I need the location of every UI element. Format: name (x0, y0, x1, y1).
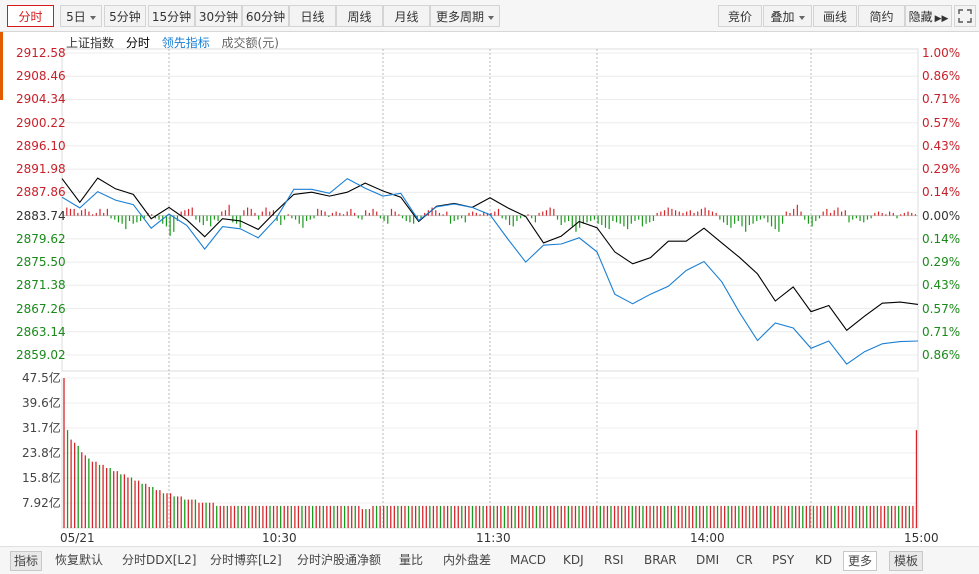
y-tick-right: 0.57% (922, 115, 961, 130)
y-tick-left: 2912.58 (16, 46, 66, 60)
indicator-cr[interactable]: CR (736, 551, 753, 569)
y-tick-right: 0.86% (922, 348, 961, 362)
y-tick-right: 0.71% (922, 324, 961, 339)
y-tick-left: 2908.46 (16, 69, 66, 84)
volume-y-tick: 7.92亿 (22, 496, 61, 510)
y-tick-left: 2871.38 (16, 278, 66, 293)
intraday-chart[interactable] (0, 0, 979, 546)
indicator-ddx[interactable]: 分时DDX[L2] (122, 551, 196, 569)
y-tick-left: 2904.34 (16, 92, 66, 107)
y-tick-left: 2879.62 (16, 231, 66, 246)
y-tick-right: 0.71% (922, 92, 961, 107)
chart-grid (61, 48, 919, 529)
indicator-brar[interactable]: BRAR (644, 551, 677, 569)
volume-y-tick: 31.7亿 (22, 421, 61, 435)
y-tick-left: 2875.50 (16, 255, 66, 270)
y-tick-left: 2891.98 (16, 162, 66, 177)
y-tick-left: 2867.26 (16, 301, 66, 316)
y-tick-right: 0.43% (922, 278, 961, 293)
x-tick: 14:00 (690, 531, 725, 545)
indicator-game[interactable]: 分时博弈[L2] (210, 551, 282, 569)
y-tick-right: 0.29% (922, 255, 961, 270)
indicator-bar: 指标 恢复默认 分时DDX[L2] 分时博弈[L2] 分时沪股通净额 量比 内外… (0, 546, 979, 574)
y-tick-left: 2887.86 (16, 185, 66, 200)
y-tick-right: 0.14% (922, 231, 961, 246)
y-tick-right: 0.43% (922, 138, 961, 153)
indicator-rsi[interactable]: RSI (604, 551, 624, 569)
y-tick-left: 2883.74 (16, 208, 66, 223)
x-tick: 15:00 (904, 531, 939, 545)
y-tick-left: 2896.10 (16, 138, 66, 153)
indicator-kd[interactable]: KD (815, 551, 832, 569)
y-tick-right: 0.57% (922, 301, 961, 316)
indicator-kdj[interactable]: KDJ (563, 551, 584, 569)
volume-y-tick: 39.6亿 (22, 396, 61, 410)
y-tick-right: 0.00% (922, 208, 961, 223)
indicator-psy[interactable]: PSY (772, 551, 794, 569)
y-tick-left: 2863.14 (16, 324, 66, 339)
y-tick-left: 2900.22 (16, 115, 66, 130)
x-tick: 10:30 (262, 531, 297, 545)
more-indicators-button[interactable]: 更多 (843, 551, 878, 571)
indicator-inout[interactable]: 内外盘差 (443, 551, 491, 569)
y-tick-right: 1.00% (922, 46, 961, 60)
x-tick: 05/21 (60, 531, 95, 545)
indicator-dmi[interactable]: DMI (696, 551, 719, 569)
indicator-volume-ratio[interactable]: 量比 (399, 551, 423, 569)
indicator-macd[interactable]: MACD (510, 551, 546, 569)
indicator-tab[interactable]: 指标 (10, 551, 43, 571)
y-tick-right: 0.14% (922, 185, 961, 200)
volume-y-tick: 47.5亿 (22, 371, 61, 385)
indicator-hsgt[interactable]: 分时沪股通净额 (297, 551, 381, 569)
x-tick: 11:30 (476, 531, 511, 545)
restore-default-button[interactable]: 恢复默认 (55, 551, 103, 569)
template-button[interactable]: 模板 (889, 551, 924, 571)
y-tick-right: 0.29% (922, 162, 961, 177)
volume-y-tick: 23.8亿 (22, 446, 61, 460)
y-tick-right: 0.86% (922, 69, 961, 84)
y-tick-left: 2859.02 (16, 348, 66, 362)
volume-y-tick: 15.8亿 (22, 471, 61, 485)
